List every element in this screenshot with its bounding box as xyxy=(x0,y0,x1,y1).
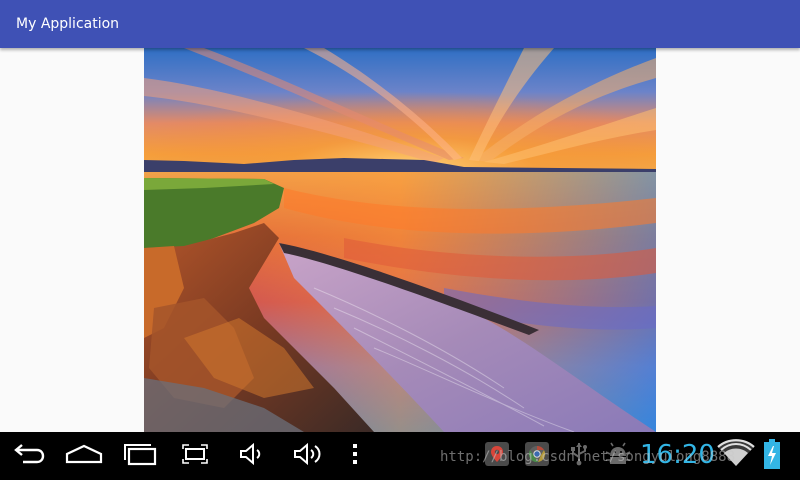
wifi-icon xyxy=(716,438,756,474)
android-debug-icon xyxy=(604,442,632,470)
chrome-notification-icon xyxy=(524,441,550,471)
back-arrow-icon xyxy=(9,442,45,470)
home-icon xyxy=(64,442,104,470)
wifi-status[interactable] xyxy=(716,432,756,480)
overflow-menu-icon xyxy=(351,442,359,470)
device-screen: My Application 16:20 http://blog.csdn.ne… xyxy=(0,0,800,480)
app-title: My Application xyxy=(16,16,120,32)
sunset-landscape-image xyxy=(144,48,656,432)
volume-down-icon xyxy=(237,442,265,470)
app-bar: My Application xyxy=(0,0,800,48)
home-button[interactable] xyxy=(60,432,108,480)
usb-notification[interactable] xyxy=(566,432,592,480)
recent-apps-button[interactable] xyxy=(118,432,162,480)
screenshot-icon xyxy=(181,443,209,469)
maps-notification-icon xyxy=(484,441,510,471)
battery-charging-icon xyxy=(763,438,781,474)
battery-status[interactable] xyxy=(760,432,784,480)
screenshot-button[interactable] xyxy=(178,432,212,480)
recent-apps-icon xyxy=(121,442,159,470)
volume-down-button[interactable] xyxy=(234,432,268,480)
back-button[interactable] xyxy=(4,432,50,480)
status-clock[interactable]: 16:20 xyxy=(640,438,715,472)
chrome-notification[interactable] xyxy=(522,432,552,480)
overflow-menu-button[interactable] xyxy=(344,432,366,480)
main-content xyxy=(0,48,800,432)
maps-notification[interactable] xyxy=(482,432,512,480)
system-navigation-bar: 16:20 xyxy=(0,432,800,480)
usb-icon xyxy=(568,441,590,471)
android-debug-notification[interactable] xyxy=(602,432,634,480)
volume-up-button[interactable] xyxy=(288,432,328,480)
volume-up-icon xyxy=(291,441,325,471)
